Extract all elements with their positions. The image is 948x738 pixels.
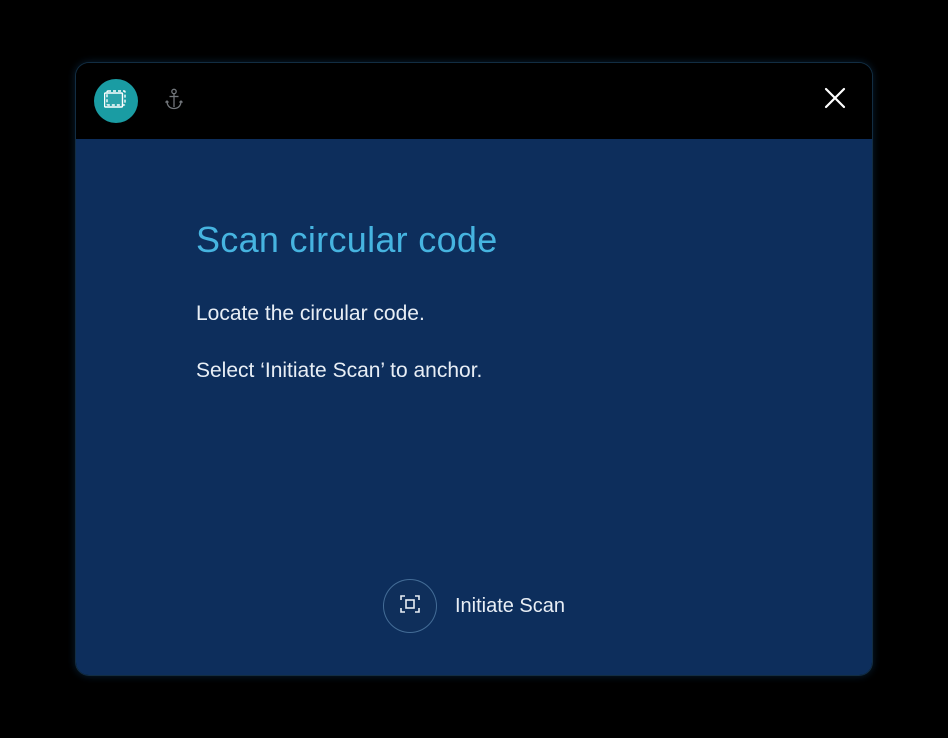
action-bar: Initiate Scan bbox=[76, 579, 872, 633]
initiate-scan-label: Initiate Scan bbox=[455, 595, 565, 618]
close-icon bbox=[822, 85, 848, 116]
scan-target-icon bbox=[398, 592, 422, 621]
page-title: Scan circular code bbox=[196, 219, 752, 261]
close-button[interactable] bbox=[820, 85, 850, 115]
tab-anchor[interactable] bbox=[152, 79, 196, 123]
dialog-header bbox=[76, 63, 872, 139]
scan-frame-icon bbox=[104, 89, 128, 114]
tab-scan[interactable] bbox=[94, 79, 138, 123]
instruction-text-2: Select ‘Initiate Scan’ to anchor. bbox=[196, 356, 752, 385]
dialog-content: Scan circular code Locate the circular c… bbox=[76, 139, 872, 675]
instruction-text-1: Locate the circular code. bbox=[196, 299, 752, 328]
dialog-panel: Scan circular code Locate the circular c… bbox=[75, 62, 873, 676]
scan-icon-circle bbox=[383, 579, 437, 633]
initiate-scan-button[interactable]: Initiate Scan bbox=[383, 579, 565, 633]
anchor-icon bbox=[164, 88, 184, 115]
